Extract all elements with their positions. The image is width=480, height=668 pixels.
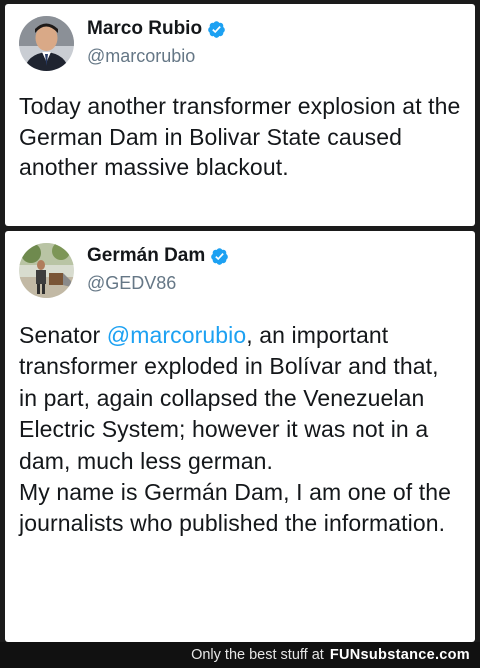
author-name[interactable]: Marco Rubio [87,18,202,40]
verified-badge-icon [207,20,226,39]
tweet-card-german-dam: Germán Dam @GEDV86 Senator @marcorubio, … [5,231,475,642]
avatar[interactable] [19,243,74,298]
watermark-lead-text: Only the best stuff at [191,647,324,663]
brand-fun: FUN [329,647,361,663]
author-name[interactable]: Germán Dam [87,245,205,267]
tweet-text-prefix: Senator [19,322,107,348]
mention-link[interactable]: @marcorubio [107,322,247,348]
tweet-text-second-paragraph: My name is Germán Dam, I am one of the j… [19,479,452,537]
man-portrait-avatar-icon [19,16,74,71]
author-handle[interactable]: @marcorubio [87,46,195,67]
author-row: Marco Rubio [87,18,226,40]
outdoor-photo-avatar-icon [19,243,74,298]
verified-badge-icon [210,247,229,266]
tweet-card-rubio: Marco Rubio @marcorubio Today another tr… [5,4,475,226]
watermark-brand: FUNsubstance.com [330,647,470,663]
tweet-text: Today another transformer explosion at t… [19,93,461,180]
watermark-footer: Only the best stuff at FUNsubstance.com [0,642,480,668]
tweet-text: Senator @marcorubio, an important transf… [19,320,463,540]
author-row: Germán Dam [87,245,229,267]
brand-substance: substance.com [360,647,470,663]
author-handle[interactable]: @GEDV86 [87,273,176,294]
avatar[interactable] [19,16,74,71]
